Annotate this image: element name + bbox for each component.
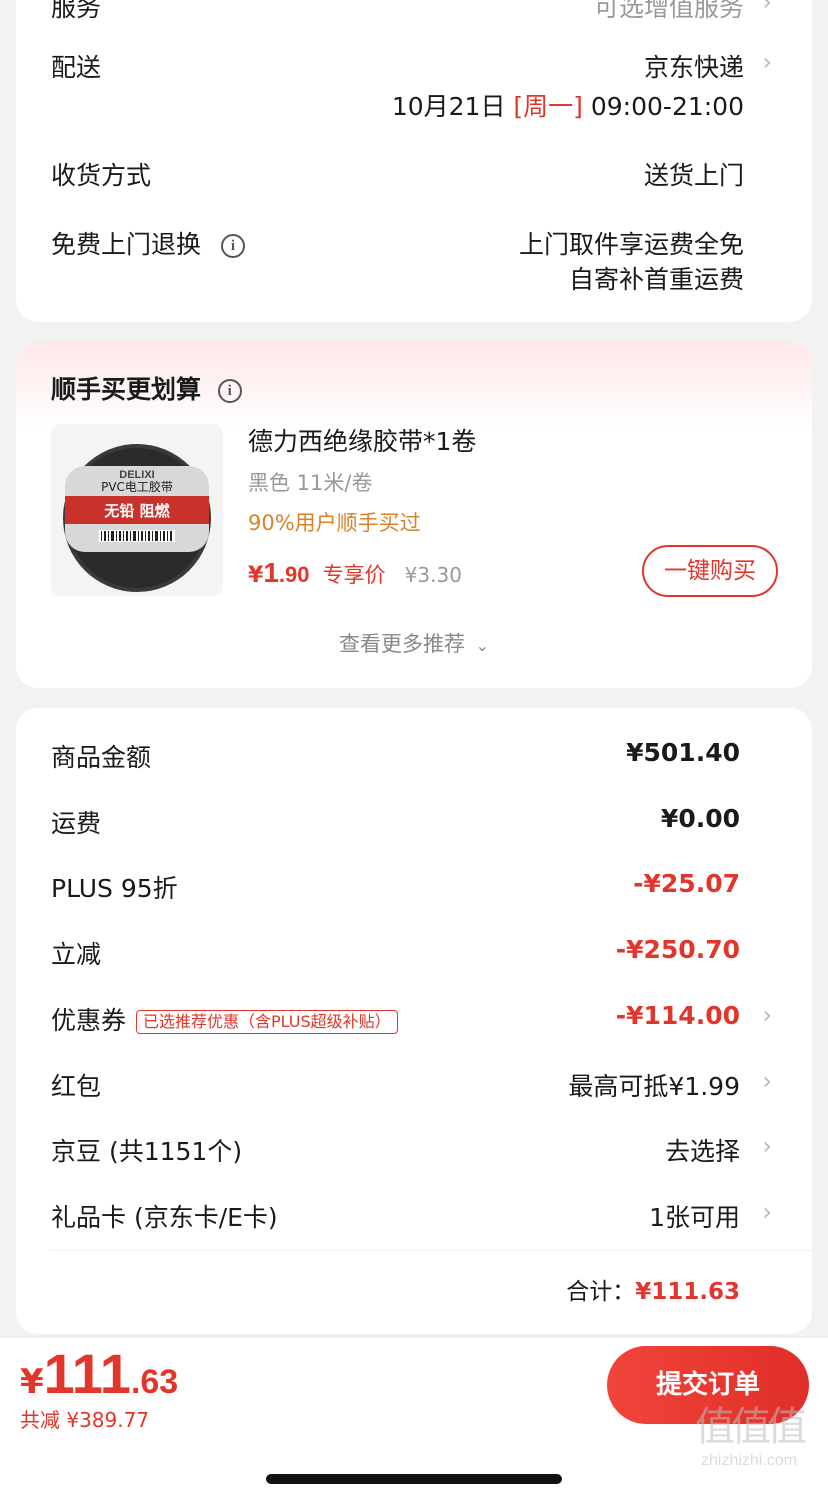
coupon-tag: 已选推荐优惠（含PLUS超级补贴）: [136, 1009, 398, 1034]
product-spec: 黑色 11米/卷: [248, 471, 373, 495]
original-price: ¥3.30: [404, 563, 462, 587]
summary-row-label: 运费: [51, 804, 101, 840]
total-wrap: 合计：¥111.63: [566, 1272, 740, 1306]
summary-row-label: 立减: [51, 935, 101, 971]
summary-row-value: ¥501.40: [626, 738, 740, 767]
chevron-right-icon: ›: [762, 48, 772, 76]
delivery-card: 服务 可选增值服务 › 配送 京东快递 › 10月21日 [周一] 09:00-…: [16, 0, 812, 322]
return-value-line2: 自寄补首重运费: [568, 265, 744, 294]
summary-row-value: ¥0.00: [660, 803, 740, 833]
summary-row-label: 礼品卡 (京东卡/E卡): [51, 1198, 278, 1234]
more-recommend-link[interactable]: 查看更多推荐 ⌄: [16, 628, 812, 658]
summary-row-value: -¥250.70: [615, 935, 740, 965]
product-social-proof: 90%用户顺手买过: [248, 511, 421, 535]
one-click-buy-button[interactable]: 一键购买: [642, 545, 778, 597]
summary-row-value: -¥114.00: [615, 1000, 740, 1030]
return-label: 免费上门退换 i: [51, 225, 245, 261]
summary-row-label: 红包: [51, 1067, 101, 1103]
summary-row-label: PLUS 95折: [51, 869, 178, 905]
chevron-right-icon: ›: [762, 0, 772, 16]
shipping-hours: 09:00-21:00: [590, 92, 744, 121]
watermark-logo: 值值值: [695, 1404, 807, 1450]
img-line2: 无铅 阻燃: [103, 502, 170, 520]
addon-card: 顺手买更划算 i DELIXI PVC电工胶带 无铅 阻燃 德力西绝缘胶带*1卷…: [16, 342, 812, 688]
chevron-right-icon: ›: [762, 1132, 772, 1161]
summary-row-label-text: 京豆 (共1151个): [51, 1137, 243, 1167]
summary-row-label-text: 立减: [51, 940, 102, 970]
price-int: 1: [263, 557, 279, 588]
price-dec: .90: [278, 562, 310, 587]
shipping-time: 10月21日 [周一] 09:00-21:00: [392, 87, 744, 123]
summary-row-label-text: 优惠券: [51, 1005, 127, 1035]
summary-row-label-text: 商品金额: [51, 743, 152, 772]
home-indicator[interactable]: [266, 1474, 562, 1484]
addon-title: 顺手买更划算: [51, 375, 202, 404]
more-recommend-label: 查看更多推荐: [338, 632, 465, 656]
chevron-right-icon: ›: [762, 1000, 772, 1029]
checkout-bar: ¥111.63 共减 ¥389.77 提交订单 值值值 zhizhizhi.co…: [0, 1338, 828, 1500]
summary-row-label-text: 红包: [51, 1071, 102, 1101]
bottom-price-symbol: ¥: [20, 1362, 44, 1402]
product-name[interactable]: 德力西绝缘胶带*1卷: [248, 422, 476, 458]
summary-row-value: 去选择: [664, 1137, 740, 1167]
return-value-line1: 上门取件享运费全免: [518, 230, 744, 259]
summary-row-value: 1张可用: [649, 1202, 740, 1232]
summary-row-label: 京豆 (共1151个): [51, 1132, 242, 1168]
summary-row-label-text: 礼品卡 (京东卡/E卡): [51, 1202, 278, 1232]
receive-value: 送货上门: [643, 161, 744, 190]
shipping-date: 10月21日: [391, 92, 506, 121]
chevron-down-icon: ⌄: [475, 636, 490, 655]
saved-amount: 共减 ¥389.77: [20, 1408, 150, 1432]
summary-row-label-text: PLUS 95折: [51, 874, 178, 904]
tape-roll-image: DELIXI PVC电工胶带 无铅 阻燃: [51, 424, 223, 596]
summary-row-label: 商品金额: [51, 738, 151, 774]
info-icon[interactable]: i: [217, 379, 242, 403]
addon-title-wrap: 顺手买更划算 i: [51, 370, 242, 406]
summary-row-label-text: 运费: [51, 808, 102, 838]
img-line1: PVC电工胶带: [101, 479, 173, 494]
service-label: 服务: [51, 0, 102, 22]
summary-row-label: 优惠券 已选推荐优惠（含PLUS超级补贴）: [51, 1001, 398, 1037]
shipping-weekday: [周一]: [513, 92, 583, 121]
shipping-carrier: 京东快递: [643, 53, 744, 82]
order-summary-card: 商品金额 ¥501.40 运费 ¥0.00 PLUS 95折 -¥25.07 立减 -¥250…: [16, 708, 812, 1334]
product-price: ¥1.90 专享价 ¥3.30: [248, 557, 462, 589]
chevron-right-icon: ›: [762, 1197, 772, 1226]
product-image[interactable]: DELIXI PVC电工胶带 无铅 阻燃: [51, 424, 223, 596]
return-label-text: 免费上门退换: [51, 230, 202, 259]
bottom-price-dec: .63: [130, 1363, 179, 1401]
total-label: 合计：: [566, 1279, 636, 1305]
summary-row-value: 最高可抵¥1.99: [568, 1071, 740, 1101]
service-value: 可选增值服务: [593, 0, 744, 22]
watermark-url: zhizhizhi.com: [700, 1452, 798, 1469]
summary-row-value: -¥25.07: [633, 869, 740, 899]
price-symbol: ¥: [248, 563, 264, 588]
info-icon[interactable]: i: [220, 234, 245, 258]
shipping-label: 配送: [51, 53, 102, 82]
price-tag: 专享价: [322, 563, 386, 587]
total-value: ¥111.63: [635, 1279, 740, 1305]
bottom-price: ¥111.63: [20, 1344, 178, 1404]
divider: [50, 1250, 812, 1251]
bottom-price-int: 111: [43, 1342, 131, 1405]
chevron-right-icon: ›: [762, 1066, 772, 1095]
receive-label: 收货方式: [51, 161, 152, 190]
watermark: 值值值 zhizhizhi.com: [684, 1402, 814, 1492]
